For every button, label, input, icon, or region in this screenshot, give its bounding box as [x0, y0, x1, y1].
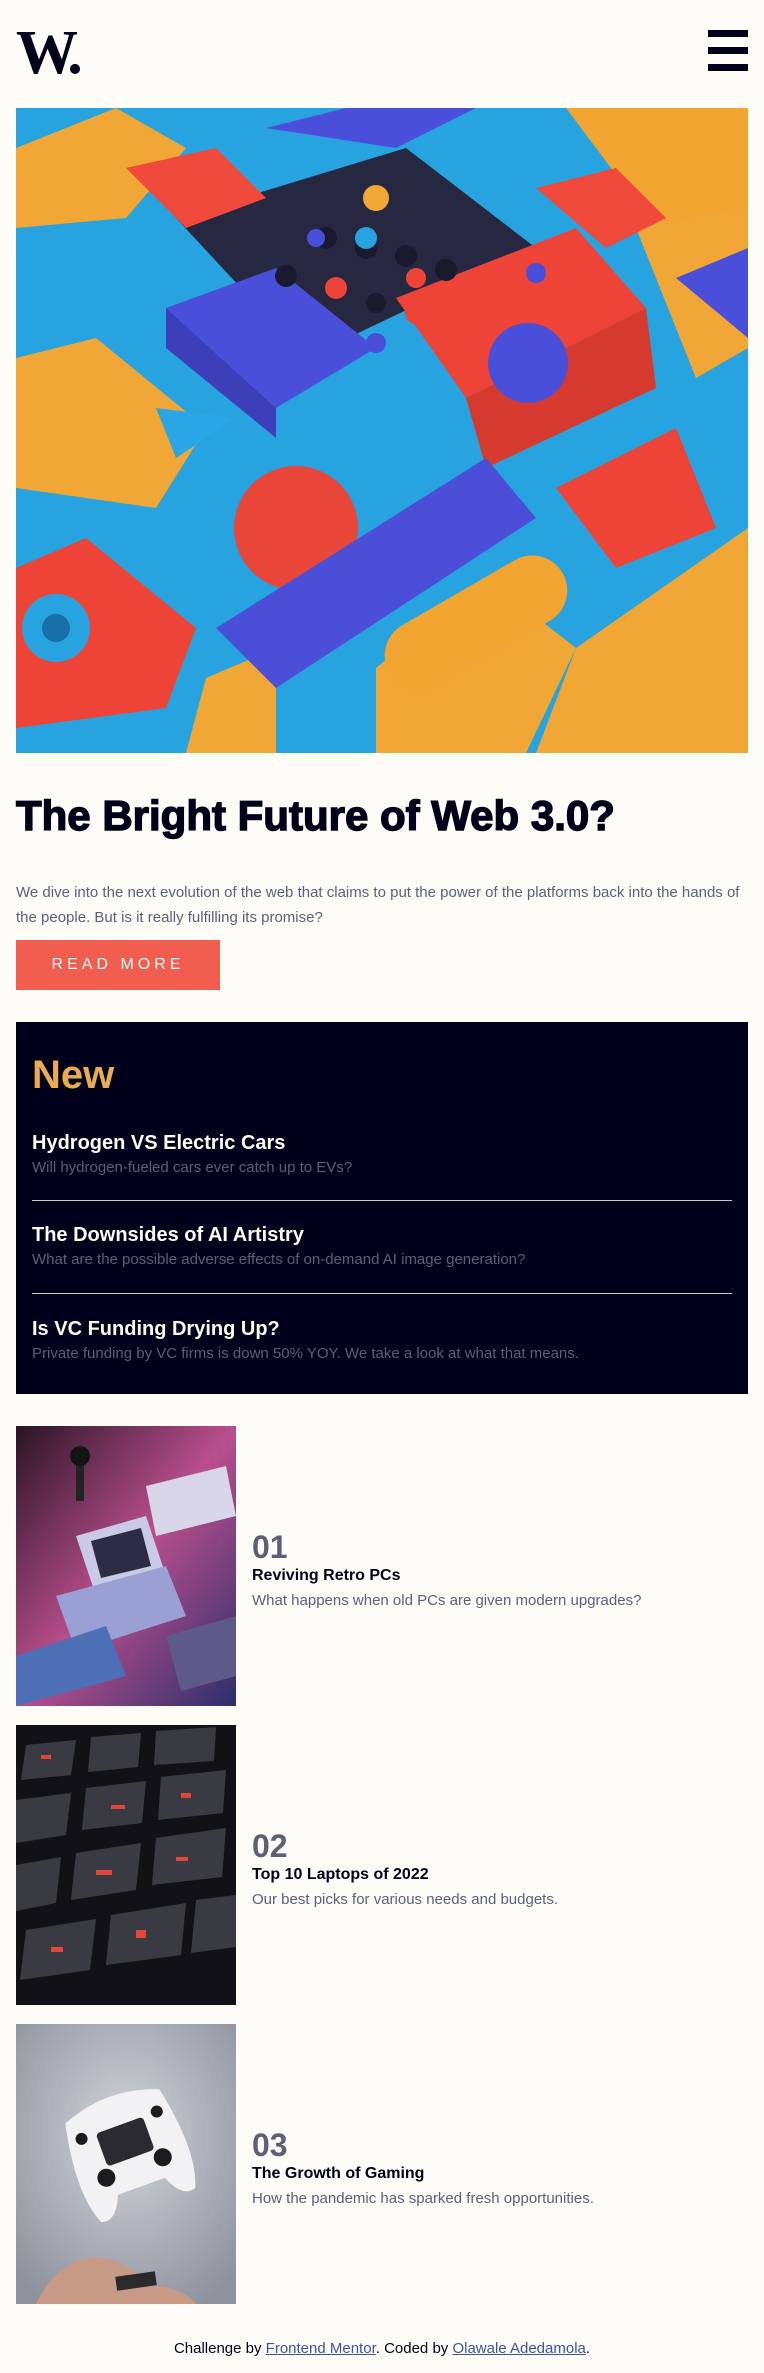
new-item-title[interactable]: The Downsides of AI Artistry	[32, 1222, 732, 1248]
read-more-button[interactable]: READ MORE	[16, 940, 220, 990]
frontend-mentor-link[interactable]: Frontend Mentor	[266, 2340, 376, 2357]
author-link[interactable]: Olawale Adedamola	[452, 2340, 585, 2357]
divider	[32, 1293, 732, 1294]
retro-pc-image	[16, 1426, 236, 1706]
new-item-title[interactable]: Is VC Funding Drying Up?	[32, 1316, 732, 1342]
article-number: 01	[252, 1529, 288, 1565]
footer: Challenge by Frontend Mentor. Coded by O…	[0, 2340, 764, 2357]
logo[interactable]: W.	[16, 22, 83, 84]
new-item-text: Private funding by VC firms is down 50% …	[32, 1345, 579, 1362]
hero-image	[16, 108, 748, 753]
article-text: Our best picks for various needs and bud…	[252, 1891, 559, 1908]
article-item: 02 Top 10 Laptops of 2022 Our best picks…	[16, 1725, 748, 2005]
article-item: 01 Reviving Retro PCs What happens when …	[16, 1426, 748, 1706]
footer-middle: . Coded by	[375, 2340, 449, 2357]
new-item-title[interactable]: Hydrogen VS Electric Cars	[32, 1130, 732, 1156]
article-text: What happens when old PCs are given mode…	[252, 1592, 642, 1609]
new-item[interactable]: Hydrogen VS Electric Cars Will hydrogen-…	[32, 1130, 732, 1179]
new-title: New	[32, 1053, 115, 1097]
article-item: 03 The Growth of Gaming How the pandemic…	[16, 2024, 748, 2304]
article-text: How the pandemic has sparked fresh oppor…	[252, 2190, 594, 2207]
footer-prefix: Challenge by	[173, 2340, 262, 2357]
new-item[interactable]: The Downsides of AI Artistry What are th…	[32, 1222, 732, 1271]
article-number: 02	[252, 1828, 288, 1864]
hero-text: We dive into the next evolution of the w…	[16, 884, 740, 926]
page: W. The Bright Future of Web 3.0? We dive…	[15, 0, 748, 2304]
game-controller-image	[16, 2024, 236, 2304]
header: W.	[16, 0, 748, 108]
new-panel: New Hydrogen VS Electric Cars Will hydro…	[16, 1022, 748, 1394]
article-title[interactable]: Top 10 Laptops of 2022	[252, 1865, 429, 1885]
article-title[interactable]: The Growth of Gaming	[252, 2164, 424, 2184]
divider	[32, 1200, 732, 1201]
footer-suffix: .	[585, 2340, 591, 2357]
new-item[interactable]: Is VC Funding Drying Up? Private funding…	[32, 1316, 732, 1365]
article-number: 03	[252, 2127, 288, 2163]
laptop-keyboard-image	[16, 1725, 236, 2005]
article-title[interactable]: Reviving Retro PCs	[252, 1566, 400, 1586]
new-item-text: What are the possible adverse effects of…	[32, 1251, 526, 1268]
new-item-text: Will hydrogen-fueled cars ever catch up …	[32, 1159, 353, 1176]
hero-title: The Bright Future of Web 3.0?	[15, 791, 615, 839]
hamburger-icon[interactable]	[708, 30, 748, 74]
